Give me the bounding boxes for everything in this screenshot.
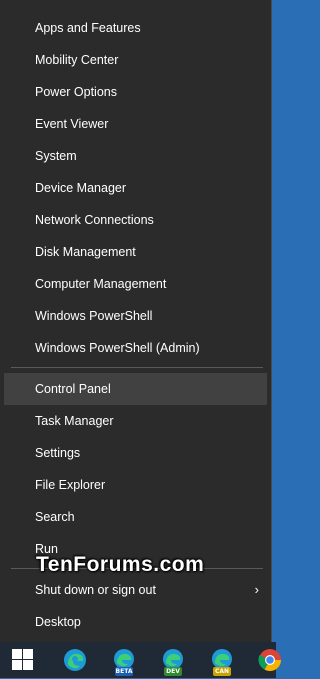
menu-item-mobility-center[interactable]: Mobility Center [4, 44, 267, 76]
menu-item-windows-powershell-admin[interactable]: Windows PowerShell (Admin) [4, 332, 267, 364]
chevron-right-icon: › [254, 582, 259, 597]
menu-item-device-manager[interactable]: Device Manager [4, 172, 267, 204]
menu-item-network-connections[interactable]: Network Connections [4, 204, 267, 236]
menu-item-event-viewer[interactable]: Event Viewer [4, 108, 267, 140]
menu-item-task-manager[interactable]: Task Manager [4, 405, 267, 437]
menu-item-control-panel[interactable]: Control Panel [4, 373, 267, 405]
menu-item-label: Shut down or sign out [35, 583, 156, 597]
menu-item-settings[interactable]: Settings [4, 437, 267, 469]
watermark: TenForums.com [36, 553, 205, 576]
beta-badge: BETA [115, 667, 133, 676]
menu-item-windows-powershell[interactable]: Windows PowerShell [4, 300, 267, 332]
taskbar: BETA DEV CAN [0, 642, 281, 678]
menu-item-search[interactable]: Search [4, 501, 267, 533]
winx-context-menu: Apps and Features Mobility Center Power … [0, 0, 272, 642]
canary-badge: CAN [213, 667, 231, 676]
menu-item-system[interactable]: System [4, 140, 267, 172]
menu-item-desktop[interactable]: Desktop [4, 606, 267, 638]
menu-item-shut-down-or-sign-out[interactable]: Shut down or sign out › [4, 574, 267, 606]
edge-dev-icon[interactable]: DEV [159, 646, 187, 676]
menu-separator [11, 367, 263, 368]
edge-beta-icon[interactable]: BETA [110, 646, 138, 676]
menu-item-computer-management[interactable]: Computer Management [4, 268, 267, 300]
chrome-icon[interactable] [256, 646, 284, 674]
edge-icon[interactable] [61, 646, 89, 674]
menu-item-disk-management[interactable]: Disk Management [4, 236, 267, 268]
menu-item-power-options[interactable]: Power Options [4, 76, 267, 108]
windows-start-icon[interactable] [12, 649, 34, 671]
edge-canary-icon[interactable]: CAN [208, 646, 236, 676]
menu-item-file-explorer[interactable]: File Explorer [4, 469, 267, 501]
dev-badge: DEV [164, 667, 182, 676]
menu-item-apps-and-features[interactable]: Apps and Features [4, 12, 267, 44]
